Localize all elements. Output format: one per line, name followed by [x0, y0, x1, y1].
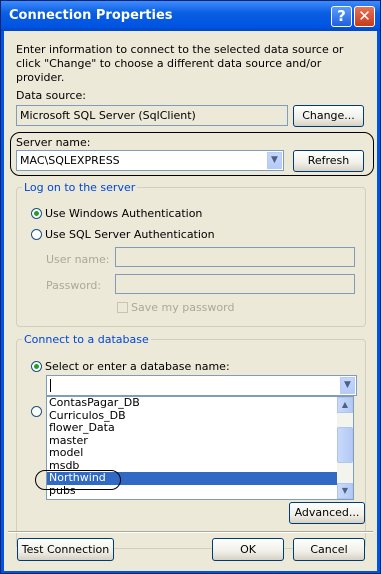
server-highlight-outline: [10, 132, 374, 176]
scroll-down-icon[interactable]: ▼: [337, 483, 353, 499]
close-icon[interactable]: ✕: [354, 6, 375, 27]
list-item[interactable]: model: [47, 446, 353, 460]
scroll-up-icon[interactable]: ▲: [337, 397, 353, 413]
help-icon[interactable]: ?: [331, 6, 352, 27]
database-group-title: Connect to a database: [22, 333, 151, 346]
password-field: [115, 274, 355, 294]
data-source-field: Microsoft SQL Server (SqlClient): [16, 105, 288, 126]
cancel-button[interactable]: Cancel: [293, 538, 365, 561]
intro-text: Enter information to connect to the sele…: [16, 43, 344, 84]
list-scrollbar[interactable]: ▲ ▼: [337, 397, 353, 499]
northwind-highlight-outline: [35, 470, 121, 490]
username-field: [115, 247, 355, 267]
windows-auth-label[interactable]: Use Windows Authentication: [45, 207, 202, 220]
data-source-label: Data source:: [16, 89, 86, 102]
advanced-button[interactable]: Advanced...: [289, 502, 365, 524]
ok-button[interactable]: OK: [212, 538, 284, 561]
save-password-checkbox: [117, 302, 128, 313]
test-connection-button[interactable]: Test Connection: [17, 538, 114, 561]
save-password-label: Save my password: [131, 301, 235, 314]
sql-auth-label[interactable]: Use SQL Server Authentication: [45, 228, 215, 241]
windows-auth-radio[interactable]: [31, 208, 42, 219]
select-database-radio[interactable]: [31, 361, 42, 372]
window-title: Connection Properties: [9, 8, 173, 23]
list-item[interactable]: flower_Data: [47, 421, 353, 435]
divider: [8, 531, 373, 533]
list-item[interactable]: master: [47, 434, 353, 448]
title-bar[interactable]: Connection Properties ? ✕: [1, 1, 380, 31]
select-database-label[interactable]: Select or enter a database name:: [45, 360, 230, 373]
username-label: User name:: [46, 253, 110, 266]
change-button[interactable]: Change...: [293, 105, 364, 127]
connection-properties-dialog: Connection Properties ? ✕ Enter informat…: [0, 0, 381, 574]
sql-auth-radio[interactable]: [31, 229, 42, 240]
password-label: Password:: [46, 279, 102, 292]
logon-group-title: Log on to the server: [22, 181, 138, 194]
chevron-down-icon[interactable]: ▼: [340, 377, 355, 394]
database-name-combobox[interactable]: ▼: [46, 375, 357, 396]
database-name-input[interactable]: [50, 379, 52, 392]
attach-database-radio[interactable]: [31, 406, 42, 417]
scroll-thumb[interactable]: [337, 427, 353, 463]
list-item[interactable]: ContasPagar_DB: [47, 397, 353, 410]
